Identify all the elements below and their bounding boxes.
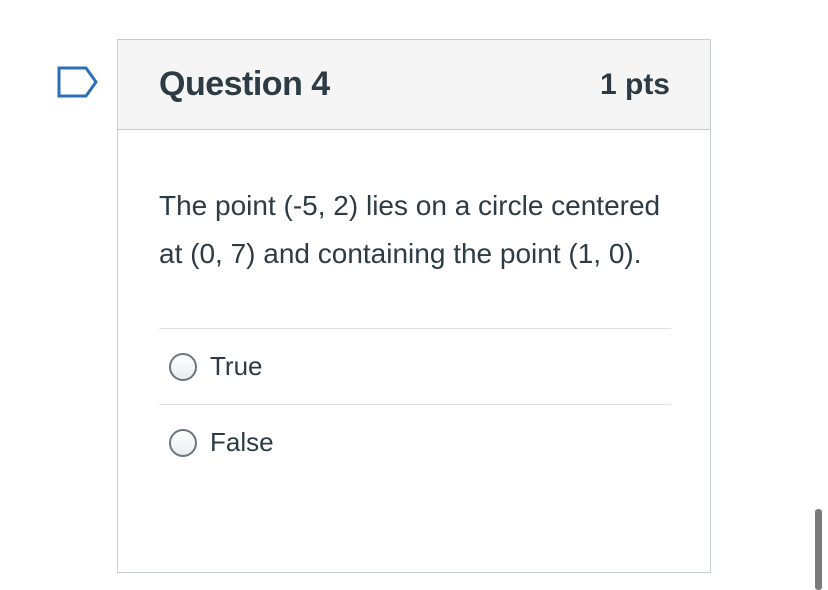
flag-question-icon xyxy=(57,66,98,98)
answer-label: True xyxy=(210,351,263,381)
radio-button-icon[interactable] xyxy=(169,428,197,457)
answer-list: True False xyxy=(159,328,671,480)
question-card: Question 4 1 pts The point (-5, 2) lies … xyxy=(117,39,711,573)
flag-question-button[interactable] xyxy=(56,64,100,100)
answer-option-false[interactable]: False xyxy=(159,404,671,480)
scrollbar-thumb[interactable] xyxy=(815,509,822,590)
quiz-page: Question 4 1 pts The point (-5, 2) lies … xyxy=(0,0,828,590)
radio-button-icon[interactable] xyxy=(169,352,197,381)
answer-option-true[interactable]: True xyxy=(159,328,671,404)
question-text: The point (-5, 2) lies on a circle cente… xyxy=(159,190,661,269)
question-header: Question 4 1 pts xyxy=(118,40,710,130)
question-points: 1 pts xyxy=(599,67,670,101)
question-title: Question 4 xyxy=(159,65,330,103)
answer-label: False xyxy=(210,427,274,457)
question-body: The point (-5, 2) lies on a circle cente… xyxy=(118,130,710,480)
